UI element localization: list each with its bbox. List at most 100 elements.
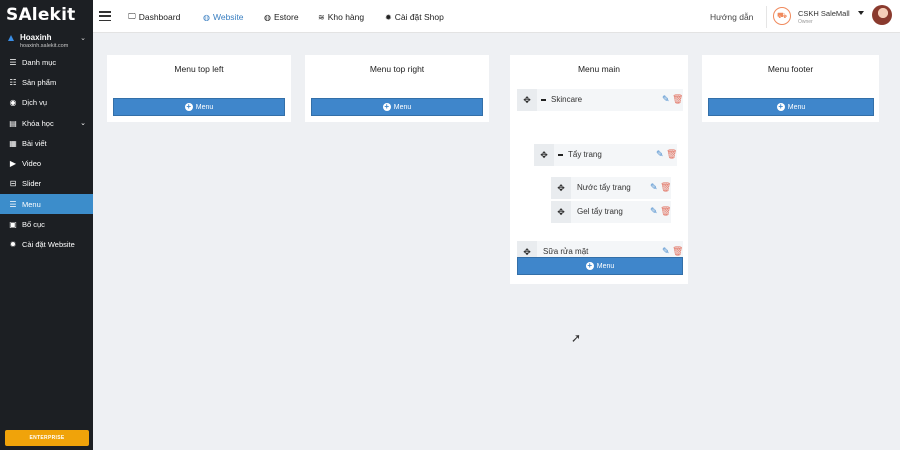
tab-label: Website: [212, 12, 244, 22]
plus-circle-icon: +: [585, 261, 594, 270]
tab-kho-hang[interactable]: ≋ Kho hàng: [318, 12, 364, 22]
menu-item-gel-tay-trang[interactable]: ✥ Gel tẩy trang ✎ 🗑: [551, 201, 671, 223]
menu-item-label: Skincare: [551, 95, 583, 104]
add-menu-button[interactable]: + Menu: [311, 98, 483, 116]
gear-icon: ✹: [9, 240, 17, 250]
shop-icon: [8, 35, 14, 41]
add-menu-button[interactable]: + Menu: [113, 98, 285, 116]
trash-icon[interactable]: 🗑: [660, 182, 671, 193]
tab-estore[interactable]: ◍ Estore: [264, 12, 299, 22]
document-icon: ▦: [9, 138, 17, 148]
pencil-icon[interactable]: ✎: [656, 149, 664, 160]
sidebar-item-label: Bố cục: [22, 220, 45, 230]
sidebar-item-khoa-hoc[interactable]: ▤ Khóa học ⌄: [0, 113, 93, 133]
gear-icon: ✹: [385, 12, 392, 22]
user-role: Owner: [798, 19, 813, 25]
cart-icon: ⛟: [773, 7, 791, 25]
menu-item-label: Tẩy trang: [568, 150, 602, 159]
layout-icon: ▣: [9, 220, 17, 230]
main-content: Menu top left + Menu Menu top right + Me…: [93, 34, 900, 450]
hamburger-icon[interactable]: [99, 11, 111, 22]
sidebar-item-label: Danh mục: [22, 57, 57, 67]
salekit-logo[interactable]: SAlekit: [6, 5, 75, 25]
pencil-icon[interactable]: ✎: [650, 206, 658, 217]
guide-link[interactable]: Hướng dẫn: [710, 12, 753, 22]
sidebar-item-bo-cuc[interactable]: ▣ Bố cục: [0, 214, 93, 234]
sidebar-item-label: Menu: [22, 199, 41, 209]
sidebar-item-slider[interactable]: ⊟ Slider: [0, 174, 93, 194]
tab-website[interactable]: ◍ Website: [203, 12, 244, 22]
tab-label: Kho hàng: [327, 12, 365, 22]
menu-item-tay-trang[interactable]: ✥ Tẩy trang ✎ 🗑: [534, 144, 677, 166]
sidebar-item-video[interactable]: ▶ Video: [0, 153, 93, 173]
sidebar-item-label: Sản phẩm: [22, 77, 57, 87]
sidebar-nav: ☰ Danh mục ☷ Sản phẩm ◉ Dịch vụ ▤ Khóa h…: [0, 52, 93, 255]
caret-down-icon[interactable]: [858, 11, 864, 15]
menu-item-skincare[interactable]: ✥ Skincare ✎ 🗑: [517, 89, 683, 111]
tab-dashboard[interactable]: 🖵 Dashboard: [128, 12, 180, 22]
pencil-icon[interactable]: ✎: [662, 94, 670, 105]
drag-handle-icon[interactable]: ✥: [534, 144, 554, 166]
drag-handle-icon[interactable]: ✥: [551, 177, 571, 199]
sidebar-item-label: Cài đặt Website: [22, 240, 75, 250]
trash-icon[interactable]: 🗑: [660, 206, 671, 217]
button-label: Menu: [596, 262, 615, 270]
menu-item-label: Gel tẩy trang: [577, 207, 623, 216]
collapse-icon[interactable]: [541, 99, 546, 101]
sidebar-item-label: Video: [22, 159, 42, 169]
menu-item-label: Sữa rửa mặt: [543, 247, 589, 256]
sidebar-item-san-pham[interactable]: ☷ Sản phẩm: [0, 72, 93, 92]
menu-item-label: Nước tẩy trang: [577, 183, 631, 192]
avatar[interactable]: [872, 5, 892, 25]
trash-icon[interactable]: 🗑: [672, 94, 683, 105]
sidebar-item-label: Dịch vụ: [22, 98, 48, 108]
shop-domain: hoaxinh.salekit.com: [20, 43, 69, 49]
menu-item-nuoc-tay-trang[interactable]: ✥ Nước tẩy trang ✎ 🗑: [551, 177, 671, 199]
collapse-icon[interactable]: [558, 154, 563, 156]
plus-circle-icon: +: [184, 102, 193, 111]
shop-switcher[interactable]: Hoaxinh hoaxinh.salekit.com ⌄: [8, 33, 90, 51]
globe-icon: ◍: [264, 12, 271, 22]
card-title: Menu top right: [369, 64, 425, 74]
sidebar-item-danh-muc[interactable]: ☰ Danh mục: [0, 52, 93, 72]
topbar: 🖵 Dashboard ◍ Website ◍ Estore ≋ Kho hàn…: [93, 0, 900, 33]
video-icon: ▶: [9, 159, 17, 169]
card-menu-top-left: Menu top left + Menu: [107, 55, 291, 122]
slider-icon: ⊟: [9, 179, 17, 189]
drag-handle-icon[interactable]: ✥: [551, 201, 571, 223]
enterprise-button[interactable]: ENTERPRISE: [5, 430, 89, 446]
sidebar-item-menu[interactable]: ☰ Menu: [0, 194, 93, 215]
card-menu-main: Menu main ✥ Skincare ✎ 🗑 ✥ Tẩy trang ✎ 🗑…: [510, 55, 688, 284]
sidebar-item-dich-vu[interactable]: ◉ Dịch vụ: [0, 93, 93, 113]
sidebar-item-label: Slider: [22, 179, 42, 189]
trash-icon[interactable]: 🗑: [666, 149, 677, 160]
add-menu-button[interactable]: + Menu: [708, 98, 874, 116]
sidebar-item-bai-viet[interactable]: ▦ Bài viết: [0, 133, 93, 153]
button-label: Menu: [195, 103, 214, 111]
card-menu-top-right: Menu top right + Menu: [305, 55, 489, 122]
pencil-icon[interactable]: ✎: [650, 182, 658, 193]
bars-icon: ▤: [9, 118, 17, 128]
tab-label: Dashboard: [138, 12, 181, 22]
trash-icon[interactable]: 🗑: [672, 246, 683, 257]
card-title: Menu main: [577, 64, 621, 74]
mouse-cursor-icon: ➚: [571, 331, 582, 345]
drag-handle-icon[interactable]: ✥: [517, 89, 537, 111]
chevron-down-icon: ⌄: [80, 35, 86, 42]
sidebar-item-cai-dat-website[interactable]: ✹ Cài đặt Website: [0, 235, 93, 255]
globe-icon: ◍: [203, 12, 210, 22]
chevron-down-icon: ⌄: [80, 120, 86, 128]
plus-circle-icon: +: [776, 102, 785, 111]
tab-label: Estore: [273, 12, 299, 22]
list-icon: ☰: [9, 199, 17, 209]
tab-label: Cài đặt Shop: [394, 12, 444, 22]
divider: [766, 6, 767, 28]
user-name[interactable]: CSKH SaleMall: [798, 9, 850, 18]
add-menu-button[interactable]: + Menu: [517, 257, 683, 275]
button-label: Menu: [393, 103, 412, 111]
tab-cai-dat-shop[interactable]: ✹ Cài đặt Shop: [385, 12, 444, 22]
shop-name: Hoaxinh: [20, 33, 52, 42]
card-title: Menu footer: [767, 64, 814, 74]
monitor-icon: 🖵: [128, 12, 136, 21]
pencil-icon[interactable]: ✎: [662, 246, 670, 257]
